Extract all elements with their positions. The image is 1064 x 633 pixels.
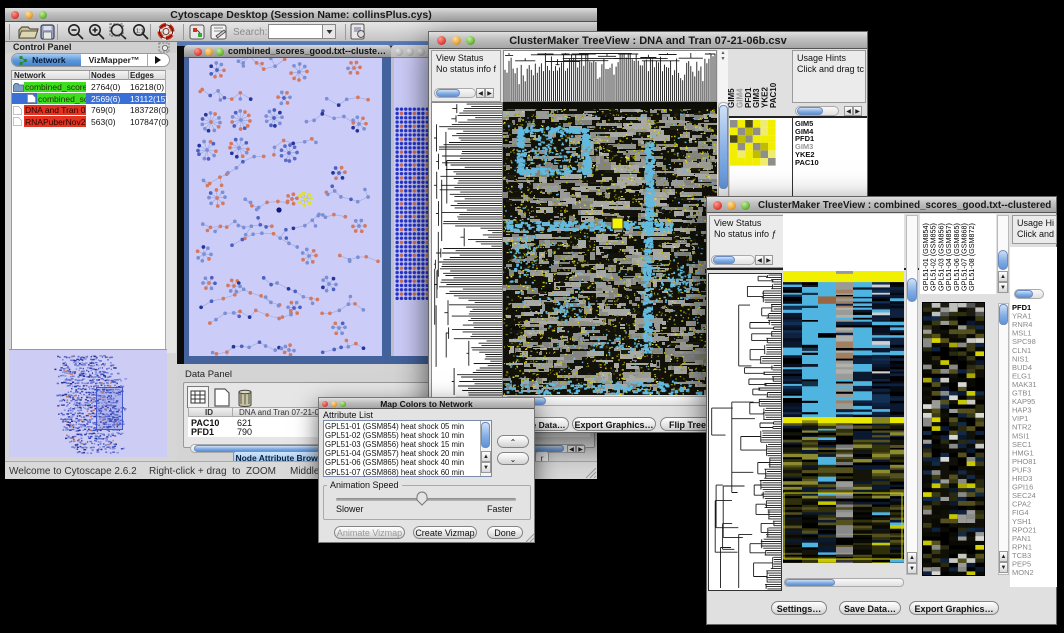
svg-text:Search:: Search: [233, 27, 267, 38]
svg-text:1:1: 1:1 [136, 29, 144, 35]
svg-text:PAC10: PAC10 [769, 82, 778, 108]
